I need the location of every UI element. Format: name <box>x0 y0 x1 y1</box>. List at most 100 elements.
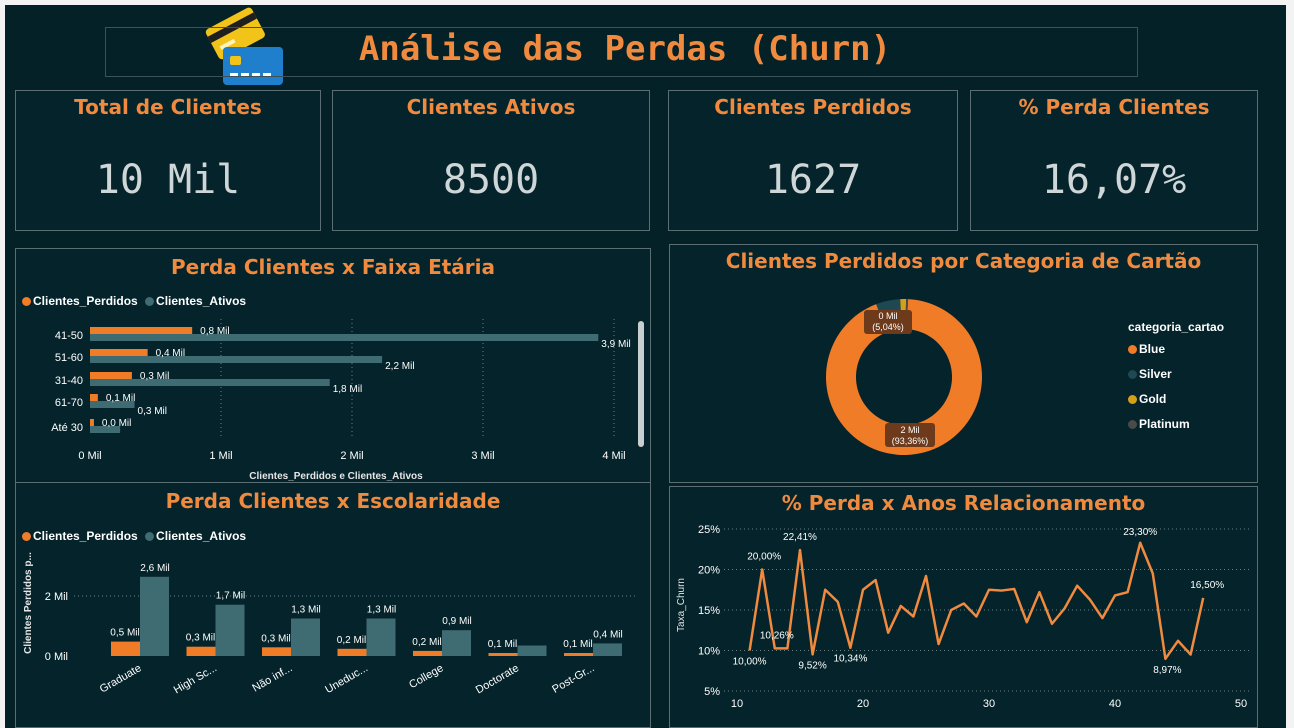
age-label-ativos: 3,9 Mil <box>601 339 630 350</box>
age-bar-ativos <box>90 356 383 363</box>
age-label-ativos: 2,2 Mil <box>385 361 414 372</box>
age-chart-plot: Clientes_Perdidos e Clientes_Ativos 0 Mi… <box>51 319 644 482</box>
edu-chart-plot: Clientes Perdidos p... 0 Mil 2 Mil 0,5 Mil… <box>23 552 636 696</box>
age-label-ativos: 1,8 Mil <box>333 384 362 395</box>
age-label-perdidos: 0,4 Mil <box>156 348 185 359</box>
kpi-value: 16,07% <box>1041 157 1187 203</box>
edu-bar-ativos <box>442 630 471 656</box>
kpi-card-perda-pct[interactable]: % Perda Clientes 16,07% <box>970 90 1258 231</box>
edu-label-perdidos: 0,1 Mil <box>563 639 592 650</box>
kpi-card-ativos[interactable]: Clientes Ativos 8500 <box>332 90 650 231</box>
donut-label-small-value: 0 Mil <box>878 311 897 321</box>
churn-point-label: 16,50% <box>1190 580 1224 591</box>
churn-point-label: 9,52% <box>798 660 826 671</box>
edu-label-ativos: 2,6 Mil <box>140 563 169 574</box>
edu-label-ativos: 1,7 Mil <box>216 591 245 602</box>
edu-bar-perdidos <box>262 647 291 656</box>
edu-bar-ativos <box>291 618 320 656</box>
age-category-label: 61-70 <box>55 397 83 409</box>
legend-blue[interactable]: Blue <box>1128 342 1165 356</box>
edu-bar-perdidos <box>186 646 216 656</box>
edu-bar-perdidos <box>111 641 140 656</box>
churn-x-tick: 50 <box>1235 698 1247 710</box>
legend-gold-dot <box>1128 395 1137 405</box>
edu-label-ativos: 0,4 Mil <box>593 629 622 640</box>
churn-x-tick: 10 <box>731 698 743 710</box>
churn-point-label: 22,41% <box>783 532 817 543</box>
edu-category-label: Não inf... <box>250 662 294 694</box>
age-bar-ativos <box>90 379 330 386</box>
kpi-value: 10 Mil <box>95 157 241 203</box>
edu-y-tick: 2 Mil <box>45 591 68 603</box>
churn-x-tick: 20 <box>857 698 869 710</box>
edu-label-ativos: 0,9 Mil <box>442 616 471 627</box>
kpi-label: Clientes Perdidos <box>714 95 912 119</box>
age-label-ativos: 0,3 Mil <box>138 406 167 417</box>
age-chart-panel[interactable]: Perda Clientes x Faixa Etária Clientes_P… <box>15 248 651 484</box>
edu-bar-ativos <box>593 643 622 656</box>
kpi-card-perdidos[interactable]: Clientes Perdidos 1627 <box>668 90 958 231</box>
age-label-perdidos: 0,1 Mil <box>106 393 135 404</box>
age-x-tick: 1 Mil <box>209 450 232 462</box>
donut-label-big-value: 2 Mil <box>900 425 919 435</box>
edu-bar-perdidos <box>564 653 593 656</box>
churn-chart-panel[interactable]: % Perda x Anos Relacionamento Taxa_Churn… <box>669 486 1258 728</box>
edu-bar-perdidos <box>413 650 442 656</box>
churn-y-tick: 10% <box>698 646 720 658</box>
churn-chart-plot: Taxa_Churn 5% 10% 15% 20% 25% 10 20 30 40 50 10,00… <box>676 524 1250 710</box>
churn-point-label: 10,26% <box>760 630 794 641</box>
card-donut-plot: 0 Mil(5,04%) 2 Mil(93,36%) <box>826 299 982 455</box>
churn-y-tick: 25% <box>698 524 720 536</box>
edu-category-label: Doctorate <box>474 662 521 696</box>
legend-silver[interactable]: Silver <box>1128 367 1172 381</box>
report-canvas: Análise das Perdas (Churn) Total de Clie… <box>5 5 1286 728</box>
churn-point-label: 20,00% <box>747 552 781 563</box>
churn-y-tick: 20% <box>698 565 720 577</box>
donut-label-small-pct: (5,04%) <box>872 322 904 332</box>
churn-point-label: 10,34% <box>833 654 867 665</box>
churn-point-label: 8,97% <box>1153 665 1181 676</box>
edu-category-label: Uneduc... <box>323 662 370 696</box>
edu-chart-panel[interactable]: Perda Clientes x Escolaridade Clientes_P… <box>15 482 651 728</box>
edu-y-axis-title: Clientes Perdidos p... <box>23 552 34 654</box>
edu-label-perdidos: 0,2 Mil <box>412 637 441 648</box>
age-x-tick: 4 Mil <box>602 450 625 462</box>
churn-x-tick: 40 <box>1109 698 1121 710</box>
edu-label-perdidos: 0,3 Mil <box>261 633 290 644</box>
age-category-label: 51-60 <box>55 352 83 364</box>
legend-blue-label: Blue <box>1139 342 1166 356</box>
age-category-label: 31-40 <box>55 375 83 387</box>
churn-y-axis-title: Taxa_Churn <box>676 578 687 632</box>
legend-platinum-label: Platinum <box>1139 417 1190 431</box>
edu-label-perdidos: 0,2 Mil <box>337 635 366 646</box>
kpi-card-total[interactable]: Total de Clientes 10 Mil <box>15 90 321 231</box>
age-category-label: 41-50 <box>55 330 83 342</box>
kpi-value: 8500 <box>442 157 540 203</box>
churn-point-label: 23,30% <box>1123 527 1157 538</box>
card-chart-panel[interactable]: Clientes Perdidos por Categoria de Cartã… <box>669 244 1258 483</box>
legend-platinum-dot <box>1128 420 1137 430</box>
edu-label-perdidos: 0,5 Mil <box>110 628 139 639</box>
edu-y-tick: 0 Mil <box>45 651 68 663</box>
kpi-label: % Perda Clientes <box>1018 95 1210 119</box>
edu-bar-ativos <box>215 604 245 656</box>
edu-bar-ativos <box>140 576 169 656</box>
edu-category-label: College <box>407 662 445 691</box>
churn-y-tick: 15% <box>698 605 720 617</box>
age-bar-perdidos <box>90 349 148 356</box>
age-bar-perdidos <box>90 394 98 401</box>
age-label-perdidos: 0,0 Mil <box>102 418 131 429</box>
age-bar-ativos <box>90 334 599 341</box>
age-label-perdidos: 0,8 Mil <box>200 326 229 337</box>
edu-bar-ativos <box>366 618 396 656</box>
edu-label-ativos: 1,3 Mil <box>291 605 320 616</box>
scrollbar-thumb[interactable] <box>638 321 644 447</box>
age-bar-perdidos <box>90 419 94 426</box>
legend-platinum[interactable]: Platinum <box>1128 417 1190 431</box>
edu-bar-ativos <box>517 645 547 656</box>
churn-series-line <box>748 541 1205 661</box>
edu-category-label: Graduate <box>98 662 144 695</box>
legend-gold[interactable]: Gold <box>1128 392 1166 406</box>
edu-category-label: High Sc... <box>172 662 219 696</box>
age-bar-perdidos <box>90 327 193 334</box>
